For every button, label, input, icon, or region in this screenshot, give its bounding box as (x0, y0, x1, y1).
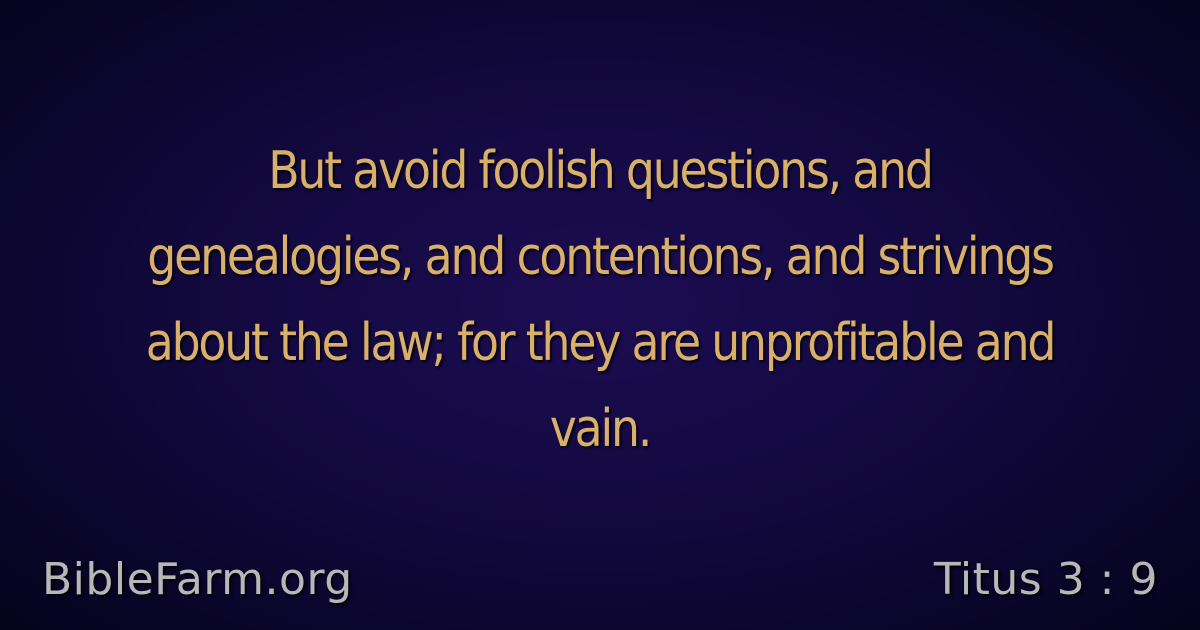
verse-line: vain. (549, 399, 653, 459)
verse-text: But avoid foolish questions, and genealo… (107, 128, 1093, 472)
verse-card: { "verse": { "lines": [ "But avoid fooli… (0, 0, 1200, 630)
verse-line: genealogies, and contentions, and strivi… (147, 227, 1055, 287)
verse-reference: Titus 3 : 9 (933, 554, 1158, 605)
site-name: BibleFarm.org (42, 554, 353, 605)
verse-line: But avoid foolish questions, and (268, 141, 934, 201)
verse-container: But avoid foolish questions, and genealo… (40, 128, 1160, 468)
verse-line: about the law; for they are unprofitable… (145, 313, 1057, 373)
